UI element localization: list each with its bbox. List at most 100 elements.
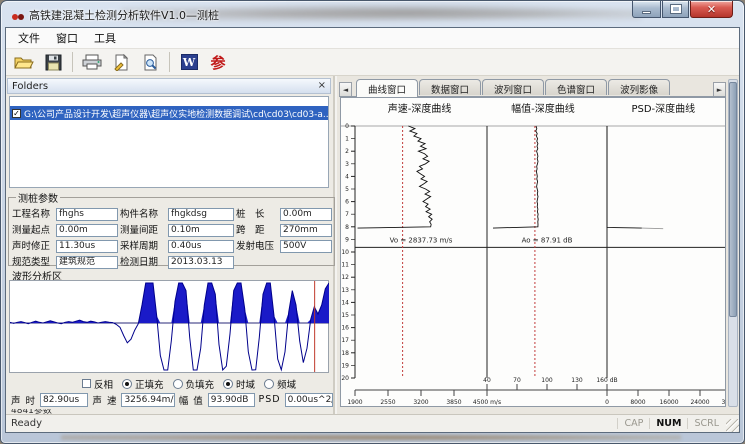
toolbar: W 参 (6, 49, 739, 76)
save-button[interactable] (41, 51, 65, 73)
pane-close-icon[interactable]: × (318, 81, 326, 91)
domain-label-1: 频域 (277, 377, 296, 391)
fill-radio-1[interactable] (173, 379, 183, 389)
chart-titles-row: 声速-深度曲线幅值-深度曲线PSD-深度曲线 (355, 98, 725, 112)
param-value-0[interactable]: fhghs (56, 208, 118, 221)
field-value-1[interactable]: 3256.94m/s (121, 393, 174, 407)
tab-4[interactable]: 波列影像 (608, 79, 670, 95)
fill-radio-0[interactable] (122, 379, 132, 389)
svg-text:24000: 24000 (690, 399, 709, 406)
menubar: 文件窗口工具 (6, 28, 739, 49)
menu-item-2[interactable]: 工具 (86, 28, 124, 48)
menu-item-1[interactable]: 窗口 (48, 28, 86, 48)
scroll-lock-indicator: SCRL (687, 418, 725, 429)
chart-title-0: 声速-深度曲线 (355, 98, 484, 112)
domain-radio-0[interactable] (223, 379, 233, 389)
parameters-button[interactable]: 参 (206, 51, 230, 73)
param-value-5[interactable]: 270mm (280, 224, 332, 237)
invert-checkbox[interactable] (82, 379, 91, 388)
folder-item-checkbox[interactable]: ✓ (12, 109, 21, 118)
folder-list[interactable]: ✓G:\公司产品设计开发\超声仪器\超声仪实地检测数据调试\cd\cd03\cd… (9, 96, 329, 188)
resize-grip[interactable] (726, 419, 739, 432)
tab-1[interactable]: 数据窗口 (419, 79, 481, 95)
tab-2[interactable]: 波列窗口 (482, 79, 544, 95)
word-export-button[interactable]: W (177, 51, 201, 73)
waveform-box[interactable] (9, 280, 329, 373)
param-value-10[interactable]: 2013.03.13 (168, 256, 234, 269)
chart-area[interactable]: 声速-深度曲线幅值-深度曲线PSD-深度曲线 01234567891011121… (340, 97, 726, 407)
chart-annotation-1: Ao = 87.91 dB (522, 236, 573, 244)
client-area: 文件窗口工具 W (5, 27, 740, 433)
param-value-2[interactable]: 0.00m (280, 208, 332, 221)
close-button[interactable]: ✕ (690, 1, 733, 18)
field-label-1: 声 速 (92, 393, 117, 407)
param-value-8[interactable]: 500V (280, 240, 332, 253)
domain-option-0: 时域 (223, 377, 255, 391)
print-setup-button[interactable] (109, 51, 133, 73)
pile-params-group: 测桩参数 工程名称fhghs构件名称fhgkdsg桩 长0.00m测量起点0.0… (8, 190, 335, 266)
svg-text:16000: 16000 (659, 399, 678, 406)
caps-lock-indicator: CAP (617, 418, 649, 429)
chart-title-2: PSD-深度曲线 (602, 98, 725, 112)
folder-list-item[interactable]: ✓G:\公司产品设计开发\超声仪器\超声仪实地检测数据调试\cd\cd03\cd… (10, 106, 328, 120)
titlebar[interactable]: 高铁建混凝土检测分析软件V1.0—测桩 ✕ (1, 1, 744, 27)
folders-pane-title: Folders (12, 81, 48, 92)
field-label-3: PSD (259, 394, 281, 405)
param-label-4: 测量间距 (120, 224, 166, 237)
scrollbar-thumb[interactable] (729, 82, 737, 317)
status-text: Ready (6, 418, 42, 429)
waveform-options-row: 反相正填充负填充时域频域 (6, 377, 333, 390)
param-value-1[interactable]: fhgkdsg (168, 208, 234, 221)
domain-option-1: 频域 (264, 377, 296, 391)
tab-scroll-right-icon[interactable]: ► (713, 82, 726, 97)
param-value-7[interactable]: 0.40us (168, 240, 234, 253)
svg-text:14: 14 (341, 299, 349, 306)
field-value-0[interactable]: 82.90us (40, 393, 88, 407)
svg-text:4: 4 (345, 173, 349, 180)
folders-pane-header[interactable]: Folders × (7, 78, 331, 94)
minimize-icon (642, 11, 651, 14)
param-value-6[interactable]: 11.30us (56, 240, 118, 253)
param-value-3[interactable]: 0.00m (56, 224, 118, 237)
app-icon (11, 8, 25, 20)
tab-scroll-left-icon[interactable]: ◄ (339, 82, 352, 97)
param-label-7: 采样周期 (120, 240, 166, 253)
folders-panel: Folders × ✓G:\公司产品设计开发\超声仪器\超声仪实地检测数据调试\… (6, 76, 335, 414)
tab-0[interactable]: 曲线窗口 (356, 79, 418, 97)
menu-item-0[interactable]: 文件 (10, 28, 48, 48)
tab-3[interactable]: 色谱窗口 (545, 79, 607, 95)
svg-text:10: 10 (341, 249, 349, 256)
waveform-plot (10, 281, 329, 372)
aero-glass-blur-bottom (61, 433, 681, 442)
svg-text:17: 17 (341, 337, 349, 344)
param-label-0: 工程名称 (12, 208, 54, 221)
svg-text:3: 3 (345, 161, 349, 168)
print-button[interactable] (80, 51, 104, 73)
param-value-4[interactable]: 0.10m (168, 224, 234, 237)
toolbar-separator (72, 52, 73, 72)
open-button[interactable] (12, 51, 36, 73)
param-value-9[interactable]: 建筑规范 (56, 256, 118, 269)
depth-curves-plot: 0123456789101112131415161718192019002550… (341, 112, 726, 407)
minimize-button[interactable] (632, 1, 661, 18)
parameters-icon: 参 (210, 52, 225, 73)
print-preview-button[interactable] (138, 51, 162, 73)
field-value-3[interactable]: 0.00us^2/m (285, 393, 333, 407)
field-label-0: 声 时 (11, 393, 36, 407)
domain-label-0: 时域 (236, 377, 255, 391)
num-lock-indicator: NUM (649, 418, 687, 429)
status-keys: CAP NUM SCRL (617, 415, 725, 432)
main-area: Folders × ✓G:\公司产品设计开发\超声仪器\超声仪实地检测数据调试\… (6, 76, 739, 414)
fill-option-0: 正填充 (122, 377, 164, 391)
domain-radio-1[interactable] (264, 379, 274, 389)
fill-option-1: 负填充 (173, 377, 215, 391)
maximize-button[interactable] (662, 1, 689, 18)
svg-text:7: 7 (345, 211, 349, 218)
vertical-scrollbar[interactable] (728, 79, 738, 407)
param-label-1: 构件名称 (120, 208, 166, 221)
svg-text:16: 16 (341, 325, 349, 332)
svg-text:8: 8 (345, 224, 349, 231)
svg-text:3200: 3200 (413, 399, 428, 406)
param-label-8: 发射电压 (236, 240, 278, 253)
field-value-2[interactable]: 93.90dB (208, 393, 255, 407)
